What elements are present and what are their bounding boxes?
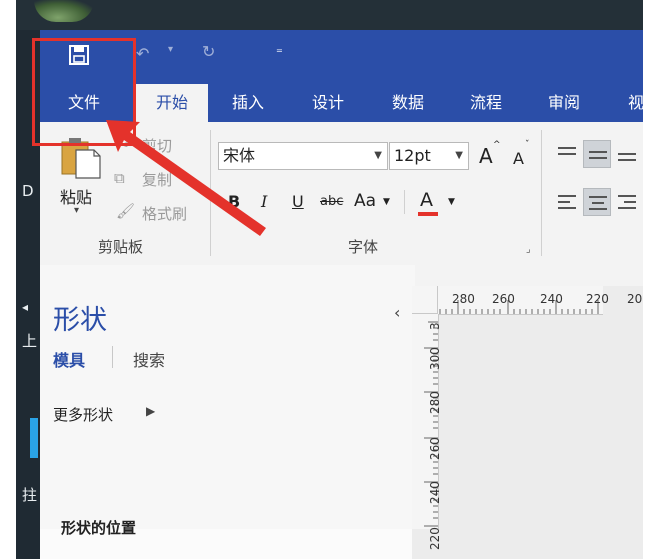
shapes-title: 形状	[53, 305, 107, 336]
font-group-label: 字体	[348, 238, 379, 256]
undo-dropdown-icon[interactable]: ▾	[168, 44, 173, 55]
font-size-value: 12pt	[394, 146, 431, 165]
ruler-label: 300	[428, 347, 442, 370]
tab-divider	[112, 346, 113, 368]
ruler-label: 260	[492, 292, 515, 306]
underline-button[interactable]: U	[292, 192, 304, 211]
desktop-icon-label: D	[22, 182, 34, 200]
desktop-icon-label: 拄	[22, 486, 38, 504]
shrink-font-icon: ˇ	[525, 140, 530, 150]
ruler-label: 3	[428, 322, 442, 330]
collapse-pane-icon[interactable]: ‹	[394, 303, 400, 322]
tab-process[interactable]: 流程	[450, 84, 522, 122]
align-left-button[interactable]	[553, 188, 581, 216]
more-shapes-button[interactable]: 更多形状	[53, 404, 113, 425]
font-color-button[interactable]: A	[420, 189, 433, 211]
desktop-icon-label: 上	[22, 332, 38, 350]
chevron-down-icon[interactable]: ▼	[448, 197, 455, 207]
tab-review[interactable]: 审阅	[528, 84, 600, 122]
chevron-down-icon: ▼	[374, 150, 382, 161]
redo-icon[interactable]: ↻	[202, 42, 215, 61]
align-center-button[interactable]	[583, 188, 611, 216]
grow-font-button[interactable]: A	[479, 144, 493, 168]
paste-dropdown-icon[interactable]: ▾	[74, 205, 79, 216]
ruler-label: 20	[627, 292, 643, 306]
tab-data[interactable]: 数据	[372, 84, 444, 122]
ruler-corner	[412, 286, 438, 314]
ruler-label: 220	[428, 527, 442, 550]
font-size-dropdown[interactable]: 12pt ▼	[389, 142, 469, 170]
font-color-swatch	[418, 212, 438, 216]
shrink-font-button[interactable]: A	[513, 149, 524, 168]
align-top-button[interactable]	[553, 140, 581, 168]
chevron-down-icon: ▼	[455, 150, 463, 161]
drawing-canvas[interactable]	[412, 286, 643, 559]
ruler-label: 220	[586, 292, 609, 306]
tab-search[interactable]: 搜索	[133, 347, 165, 371]
align-middle-button[interactable]	[583, 140, 611, 168]
divider	[404, 190, 405, 214]
ruler-label: 260	[428, 437, 442, 460]
desktop-arrow-icon: ◂	[22, 300, 29, 314]
chevron-down-icon[interactable]: ▼	[383, 197, 390, 207]
customize-qat-icon[interactable]: ⁼	[276, 46, 283, 61]
ruler-label: 240	[540, 292, 563, 306]
undo-icon[interactable]: ↶	[136, 44, 149, 63]
dialog-launcher-icon[interactable]: ⌟	[526, 244, 531, 255]
ruler-label: 240	[428, 481, 442, 504]
shape-location-heading: 形状的位置	[61, 519, 137, 537]
align-bottom-button[interactable]	[613, 140, 643, 168]
strikethrough-button[interactable]: abc	[320, 194, 343, 209]
change-case-button[interactable]: Aa	[354, 191, 376, 211]
tab-view[interactable]: 视	[616, 84, 643, 122]
desktop-icon[interactable]	[30, 418, 38, 458]
annotation-arrow-icon	[106, 120, 266, 236]
tab-stencils[interactable]: 模具	[53, 347, 85, 371]
desktop-top-strip	[16, 0, 643, 30]
grow-font-icon: ^	[493, 140, 501, 150]
align-right-button[interactable]	[613, 188, 643, 216]
ruler-label: 280	[452, 292, 475, 306]
tab-design[interactable]: 设计	[292, 84, 364, 122]
chevron-right-icon[interactable]: ▶	[146, 404, 155, 418]
group-divider	[541, 130, 542, 256]
ruler-label: 280	[428, 391, 442, 414]
